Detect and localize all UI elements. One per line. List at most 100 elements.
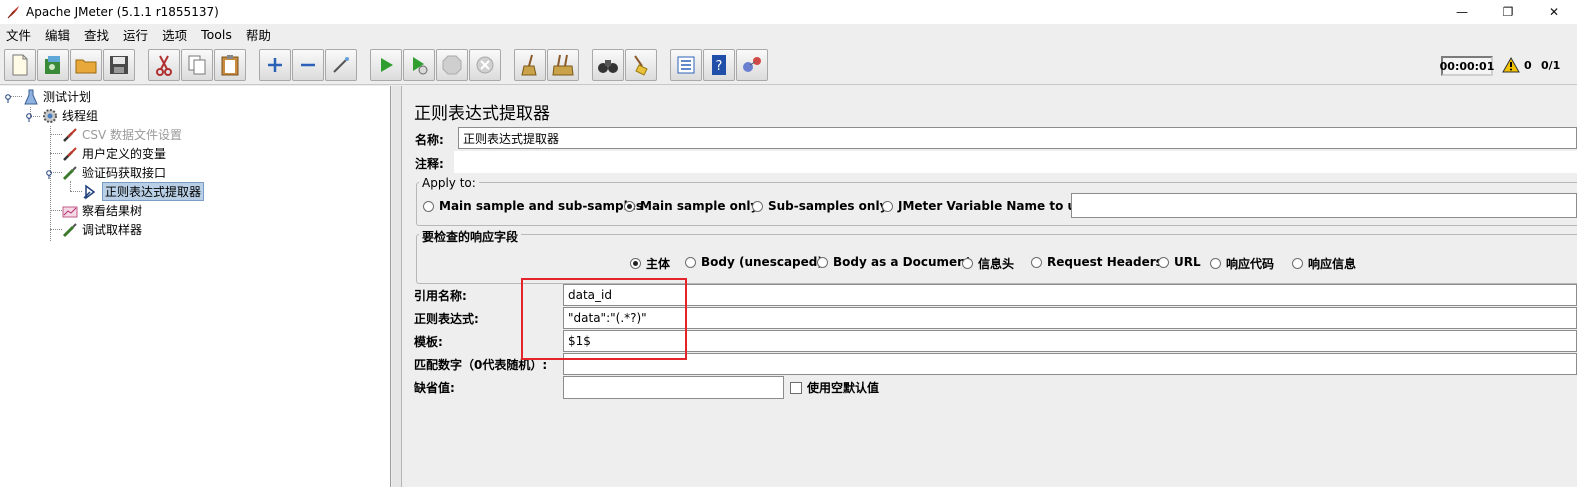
new-button[interactable] [4,49,36,81]
open-folder-icon [75,59,97,74]
radio-indicator [685,256,696,268]
menu-edit[interactable]: 编辑 [45,25,70,44]
cut-button[interactable] [148,49,180,81]
radio-indicator [817,256,828,268]
wrench-icon [61,145,79,163]
thread-group-expand-handle[interactable] [26,111,34,122]
apply-main-and-sub-radio[interactable]: Main sample and sub-samples [423,199,643,213]
flask-icon [22,88,40,106]
maximize-button[interactable]: ❐ [1485,0,1531,24]
jmeter-feather-icon [6,5,20,19]
copy-button[interactable] [181,49,213,81]
field-body-unescaped-radio[interactable]: Body (unescaped) [685,255,823,269]
title-bar: Apache JMeter (5.1.1 r1855137) — ❐ ✕ [0,0,1577,24]
tree-node-test-plan[interactable]: 测试计划 [22,87,91,106]
warning-icon[interactable] [1502,56,1520,76]
default-value-input[interactable] [563,376,784,399]
regex-input[interactable]: "data":"(.*?)" [563,307,1577,329]
tree-node-csv-config[interactable]: CSV 数据文件设置 [61,125,182,144]
play-icon [381,58,393,72]
jmeter-variable-input[interactable] [1071,193,1577,218]
function-helper-button[interactable] [670,49,702,81]
menu-file[interactable]: 文件 [6,25,31,44]
menu-tools[interactable]: Tools [201,27,232,42]
match-no-input[interactable] [563,353,1577,375]
toggle-wand-icon [333,57,349,73]
tree-node-debug-sampler[interactable]: 调试取样器 [61,220,142,239]
menu-help[interactable]: 帮助 [246,25,271,44]
split-pane-divider[interactable] [392,86,402,487]
menu-search[interactable]: 查找 [84,25,109,44]
minimize-button[interactable]: — [1439,0,1485,24]
help-button[interactable]: ? [703,49,735,81]
sampler-expand-handle[interactable] [46,168,54,179]
test-plan-expand-handle[interactable] [5,92,13,103]
start-no-pause-button[interactable] [403,49,435,81]
apply-main-only-radio[interactable]: Main sample only [624,199,758,213]
remote-start-button[interactable] [736,49,768,81]
tree-node-thread-group[interactable]: 线程组 [41,106,98,125]
field-response-code-radio[interactable]: 响应代码 [1210,255,1274,272]
name-input[interactable]: 正则表达式提取器 [458,127,1577,149]
name-label: 名称: [415,133,444,147]
tree-node-view-results-tree[interactable]: 察看结果树 [61,201,142,220]
remote-network-icon [743,57,761,72]
use-empty-default-checkbox[interactable]: 使用空默认值 [790,379,879,396]
field-body-document-radio[interactable]: Body as a Document [817,255,971,269]
stop-button[interactable] [436,49,468,81]
field-url-radio[interactable]: URL [1158,255,1201,269]
tree-node-user-variables[interactable]: 用户定义的变量 [61,144,166,163]
radio-indicator [1031,256,1042,268]
toolbar: ? 00:00:01 0 0/1 [0,45,1577,85]
apply-sub-only-radio[interactable]: Sub-samples only [752,199,887,213]
broom-icon [521,54,537,76]
menu-run[interactable]: 运行 [123,25,148,44]
clear-button[interactable] [514,49,546,81]
template-input[interactable]: $1$ [563,330,1577,352]
field-headers-radio[interactable]: 信息头 [962,255,1014,272]
start-button[interactable] [370,49,402,81]
tree-node-regex-extractor[interactable]: 正则表达式提取器 [81,182,205,201]
comment-input[interactable] [454,151,1577,173]
open-button[interactable] [70,49,102,81]
highlight-annotation-box [521,278,687,360]
tree-node-captcha-sampler[interactable]: 验证码获取接口 [61,163,166,182]
field-body-radio[interactable]: 主体 [630,255,670,272]
gear-icon [41,107,59,125]
radio-indicator [423,200,434,212]
clear-all-button[interactable] [547,49,579,81]
collapse-all-button[interactable] [292,49,324,81]
radio-indicator [752,200,763,212]
field-response-message-radio[interactable]: 响应信息 [1292,255,1356,272]
apply-jmeter-variable-radio[interactable]: JMeter Variable Name to use [882,199,1091,213]
radio-indicator [1210,258,1221,269]
default-value-label: 缺省值: [414,381,455,395]
field-request-headers-radio[interactable]: Request Headers [1031,255,1163,269]
play-no-timer-icon [413,57,428,75]
menu-options[interactable]: 选项 [162,25,187,44]
radio-indicator [624,200,635,212]
toggle-button[interactable] [325,49,357,81]
shutdown-button[interactable] [469,49,501,81]
radio-indicator [1158,256,1169,268]
expand-all-button[interactable] [259,49,291,81]
ref-name-input[interactable]: data_id [563,284,1577,306]
new-file-icon [12,54,28,76]
templates-icon [45,56,60,74]
reset-search-button[interactable] [625,49,657,81]
templates-button[interactable] [37,49,69,81]
stop-icon [442,55,462,75]
ref-name-label: 引用名称: [414,289,467,303]
save-button[interactable] [103,49,135,81]
paste-clipboard-icon [221,55,239,76]
help-book-icon: ? [712,55,726,75]
comment-label: 注释: [415,157,444,171]
paste-button[interactable] [214,49,246,81]
regex-label: 正则表达式: [414,312,479,326]
apply-to-title: Apply to: [419,176,479,190]
pipette-icon [61,221,79,239]
response-field-title: 要检查的响应字段 [419,228,522,245]
search-button[interactable] [592,49,624,81]
extractor-arrow-icon [81,183,99,201]
close-button[interactable]: ✕ [1531,0,1577,24]
